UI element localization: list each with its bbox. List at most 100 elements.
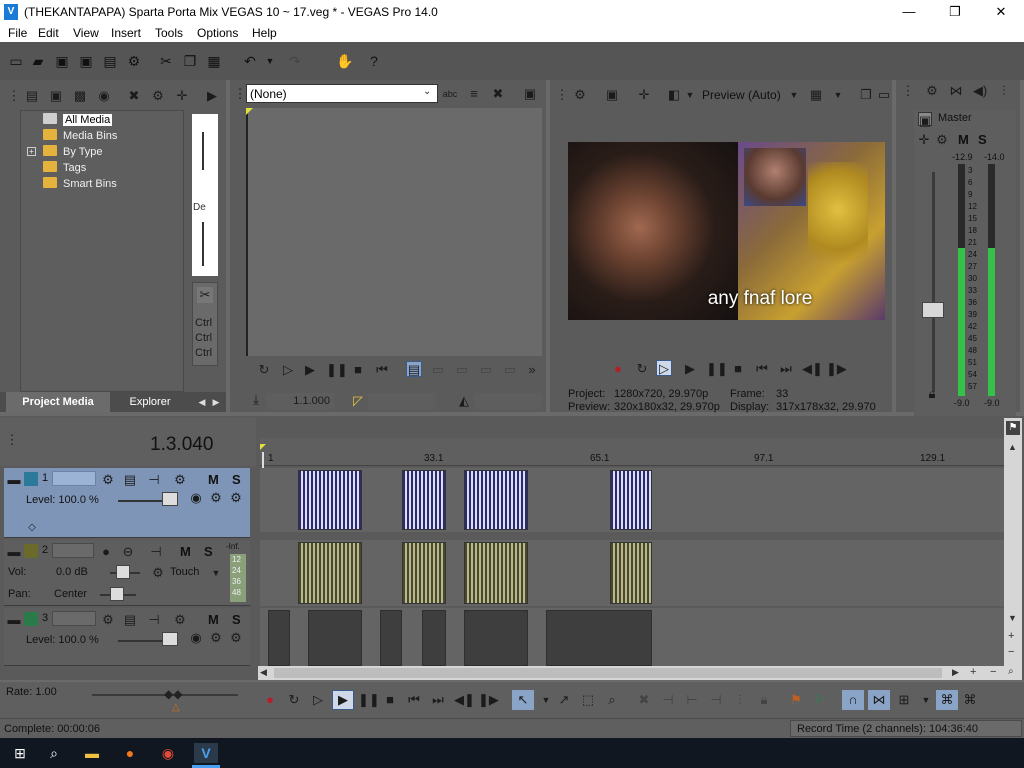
go-to-end-icon[interactable]: ⏭ xyxy=(778,361,794,377)
more-icon[interactable]: » xyxy=(524,362,540,378)
overlays-icon[interactable]: ▦ xyxy=(808,87,824,103)
play-from-start-icon[interactable]: ▷ xyxy=(310,692,326,708)
zoom-out-horizontal-icon[interactable]: − xyxy=(990,666,996,678)
play-icon[interactable]: ▶ xyxy=(332,690,354,710)
tree-item-tags[interactable]: Tags xyxy=(43,161,86,174)
menu-file[interactable]: File xyxy=(8,26,27,40)
loop-icon[interactable]: ↻ xyxy=(256,362,272,378)
go-to-end-icon[interactable]: ⏭ xyxy=(430,692,446,708)
stereo-icon[interactable]: ⚙ xyxy=(228,490,244,506)
automation-dropdown-icon[interactable]: ▼ xyxy=(208,565,224,581)
minimize-button[interactable]: — xyxy=(886,0,932,24)
master-solo-button[interactable]: S xyxy=(978,132,987,147)
zoom-in-horizontal-icon[interactable]: + xyxy=(970,666,976,678)
scroll-up-icon[interactable]: ▲ xyxy=(1008,442,1017,452)
auto-crossfade-icon[interactable]: ⋈ xyxy=(868,690,890,710)
solo-button[interactable]: S xyxy=(204,544,213,559)
pause-icon[interactable]: ❚❚ xyxy=(358,692,380,708)
media-generator-icon[interactable]: ✛ xyxy=(174,88,190,104)
lock-icon[interactable]: 🔒︎ xyxy=(924,386,940,402)
track-name-field[interactable] xyxy=(52,471,96,486)
selection-tool-icon[interactable]: ⬚ xyxy=(580,692,596,708)
automation-mode[interactable]: Touch xyxy=(170,566,199,578)
pause-icon[interactable]: ❚❚ xyxy=(706,361,728,377)
collapse-icon[interactable]: ▬ xyxy=(6,612,22,628)
media-fx-icon[interactable]: ⚙ xyxy=(150,88,166,104)
track-name-field[interactable] xyxy=(52,543,94,558)
horizontal-scrollbar[interactable]: ◀ ▶ + − ⌕ xyxy=(258,666,1022,680)
copy-icon[interactable]: ❐ xyxy=(182,53,198,69)
paste-icon[interactable]: ▦ xyxy=(206,53,222,69)
track-motion-icon[interactable]: ▤ xyxy=(122,472,138,488)
save-as-icon[interactable]: ▣ xyxy=(78,53,94,69)
cut-icon[interactable]: ✂ xyxy=(158,53,174,69)
play-icon[interactable]: ▶ xyxy=(682,361,698,377)
file-explorer-icon[interactable]: ▬ xyxy=(82,743,102,763)
loop-icon[interactable]: ↻ xyxy=(286,692,302,708)
audio-clip[interactable] xyxy=(610,542,652,604)
level-slider[interactable] xyxy=(162,492,178,506)
video-clip[interactable] xyxy=(380,610,402,666)
parent-child-icon[interactable]: ⊣ xyxy=(146,472,162,488)
menu-edit[interactable]: Edit xyxy=(38,26,59,40)
mute-button[interactable]: M xyxy=(208,612,219,627)
solo-button[interactable]: S xyxy=(232,472,241,487)
insert-icon[interactable]: ▭ xyxy=(430,362,446,378)
pause-icon[interactable]: ❚❚ xyxy=(326,362,348,378)
clear-trimmer-icon[interactable]: ✖ xyxy=(490,86,506,102)
panel-grip-icon[interactable]: ⋮ xyxy=(6,88,22,104)
insert-marker-icon[interactable]: ⚑ xyxy=(788,692,804,708)
menu-tools[interactable]: Tools xyxy=(155,26,183,40)
undo-icon[interactable]: ↶ xyxy=(242,53,258,69)
preview-quality[interactable]: Preview (Auto) xyxy=(702,88,781,102)
lock-icon[interactable]: 🔒︎ xyxy=(756,692,772,708)
compositing-icon[interactable]: ⚙ xyxy=(100,612,116,628)
external-monitor-icon[interactable]: ▣ xyxy=(604,87,620,103)
ripple-dropdown-icon[interactable]: ▼ xyxy=(918,692,934,708)
next-frame-icon[interactable]: ❚▶ xyxy=(826,361,847,377)
audio-clip[interactable] xyxy=(298,542,362,604)
dropdown-arrow-icon[interactable]: ▼ xyxy=(682,87,698,103)
edit-tool-icon[interactable]: ✋ xyxy=(336,53,353,69)
scroll-right-icon[interactable]: ▶ xyxy=(952,667,959,678)
save-snapshot-icon[interactable]: ▭ xyxy=(876,87,892,103)
stop-icon[interactable]: ■ xyxy=(350,362,366,378)
trim-start-icon[interactable]: ⊢ xyxy=(684,692,700,708)
level-slider[interactable] xyxy=(162,632,178,646)
panel-grip-icon[interactable]: ⋮ xyxy=(554,87,570,103)
envelope-tool-icon[interactable]: ↗ xyxy=(556,692,572,708)
go-to-start-icon[interactable]: ⏮ xyxy=(406,692,422,708)
marker-flag-icon[interactable]: ⚑ xyxy=(1006,421,1020,435)
trimmer-source-dropdown[interactable]: (None) ⌄ xyxy=(246,84,438,103)
quality-dropdown-icon[interactable]: ▼ xyxy=(786,87,802,103)
undo-dropdown-icon[interactable]: ▼ xyxy=(262,53,278,69)
audio-clip[interactable] xyxy=(464,542,528,604)
copy-snapshot-icon[interactable]: ❐ xyxy=(858,87,874,103)
dim-output-icon[interactable]: ◀) xyxy=(972,83,988,99)
play-from-start-icon[interactable]: ▷ xyxy=(280,362,296,378)
tab-explorer[interactable]: Explorer xyxy=(118,392,182,412)
render-icon[interactable]: ▤ xyxy=(102,53,118,69)
new-project-icon[interactable]: ▭ xyxy=(8,53,24,69)
play-icon[interactable]: ▶ xyxy=(302,362,318,378)
search-icon[interactable]: ⌕ xyxy=(44,743,64,763)
track-header-video-1[interactable]: ▬ 1 ⚙ ▤ ⊣ ⚙ M S Level: 100.0 % ◉ ⚙ ⚙ ◇ xyxy=(4,468,250,538)
previous-frame-icon[interactable]: ◀❚ xyxy=(802,361,823,377)
import-media-icon[interactable]: ▤ xyxy=(24,88,40,104)
zoom-in-icon[interactable]: + xyxy=(1008,630,1014,642)
track-header-video-3[interactable]: ▬ 3 ⚙ ▤ ⊣ ⚙ M S Level: 100.0 % ◉ ⚙ ⚙ xyxy=(4,608,250,666)
stop-icon[interactable]: ■ xyxy=(382,692,398,708)
menu-help[interactable]: Help xyxy=(252,26,277,40)
video-clip[interactable] xyxy=(610,470,652,530)
track-fx-icon[interactable]: ⚙ xyxy=(172,612,188,628)
keyframe-icon[interactable]: ◇ xyxy=(24,520,40,536)
open-icon[interactable]: ▰ xyxy=(30,53,46,69)
composite-mode-icon[interactable]: ◉ xyxy=(188,490,204,506)
tab-scroll-right-icon[interactable]: ▶ xyxy=(208,394,224,410)
delete-icon[interactable]: ✖ xyxy=(636,692,652,708)
parent-child-icon[interactable]: ⊣ xyxy=(148,544,164,560)
scroll-left-icon[interactable]: ◀ xyxy=(260,667,267,678)
previous-frame-icon[interactable]: ◀❚ xyxy=(454,692,475,708)
record-icon[interactable]: ● xyxy=(262,692,278,708)
track-motion-icon[interactable]: ▤ xyxy=(122,612,138,628)
